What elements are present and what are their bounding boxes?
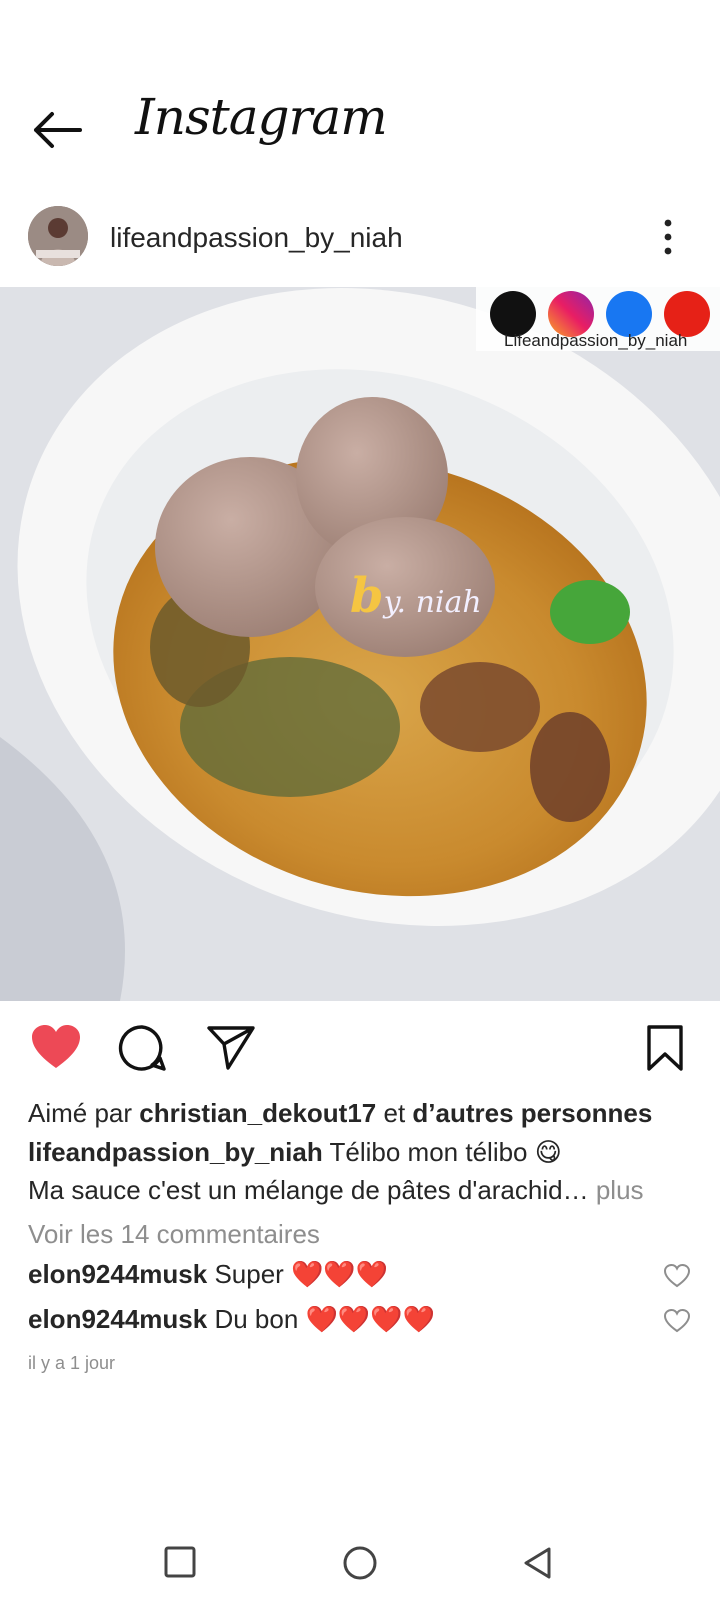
photo-watermark: by. niah — [350, 568, 482, 624]
post-photo[interactable] — [0, 287, 720, 1001]
share-send-icon[interactable] — [206, 1024, 256, 1072]
caption-username[interactable]: lifeandpassion_by_niah — [28, 1137, 323, 1167]
watermark-b: b — [350, 568, 384, 624]
liker-username[interactable]: christian_dekout17 — [139, 1098, 376, 1128]
comment-text: Super ❤️❤️❤️ — [214, 1259, 389, 1289]
view-all-comments-link[interactable]: Voir les 14 commentaires — [28, 1219, 320, 1250]
nav-back-icon[interactable] — [522, 1546, 552, 1580]
comment-username[interactable]: elon9244musk — [28, 1304, 207, 1334]
recent-apps-icon[interactable] — [164, 1546, 196, 1578]
likes-prefix: Aimé par — [28, 1098, 133, 1128]
avatar[interactable] — [28, 206, 88, 266]
comment-text: Du bon ❤️❤️❤️❤️ — [214, 1304, 436, 1334]
caption-line-2: Ma sauce c'est un mélange de pâtes d'ara… — [28, 1175, 644, 1206]
comment-like-icon[interactable] — [664, 1309, 690, 1333]
likes-connector: et — [383, 1098, 406, 1128]
like-heart-icon[interactable] — [30, 1024, 82, 1070]
social-handle: Lifeandpassion_by_niah — [504, 331, 688, 350]
likes-others-link[interactable]: d’autres personnes — [412, 1098, 652, 1128]
back-arrow-icon[interactable] — [30, 104, 82, 156]
save-bookmark-icon[interactable] — [646, 1024, 684, 1072]
more-options-icon[interactable] — [660, 218, 676, 256]
comment-row: elon9244musk Super ❤️❤️❤️ — [28, 1259, 388, 1290]
comment-like-icon[interactable] — [664, 1264, 690, 1288]
comment-row: elon9244musk Du bon ❤️❤️❤️❤️ — [28, 1304, 435, 1335]
post-timestamp: il y a 1 jour — [28, 1353, 116, 1373]
home-icon[interactable] — [343, 1546, 377, 1580]
post-username[interactable]: lifeandpassion_by_niah — [110, 222, 403, 254]
likes-summary: Aimé par christian_dekout17 et d’autres … — [28, 1098, 652, 1129]
app-logo-title: Instagram — [135, 88, 388, 146]
caption-text-2: Ma sauce c'est un mélange de pâtes d'ara… — [28, 1175, 589, 1205]
caption-text: Télibo mon télibo 😋 — [329, 1137, 562, 1167]
comment-icon[interactable] — [118, 1024, 166, 1072]
watermark-text: y. niah — [383, 585, 482, 620]
social-media-badge: Lifeandpassion_by_niah — [476, 287, 720, 351]
caption-more-link[interactable]: plus — [596, 1175, 644, 1205]
caption-line: lifeandpassion_by_niah Télibo mon télibo… — [28, 1137, 562, 1168]
comment-username[interactable]: elon9244musk — [28, 1259, 207, 1289]
